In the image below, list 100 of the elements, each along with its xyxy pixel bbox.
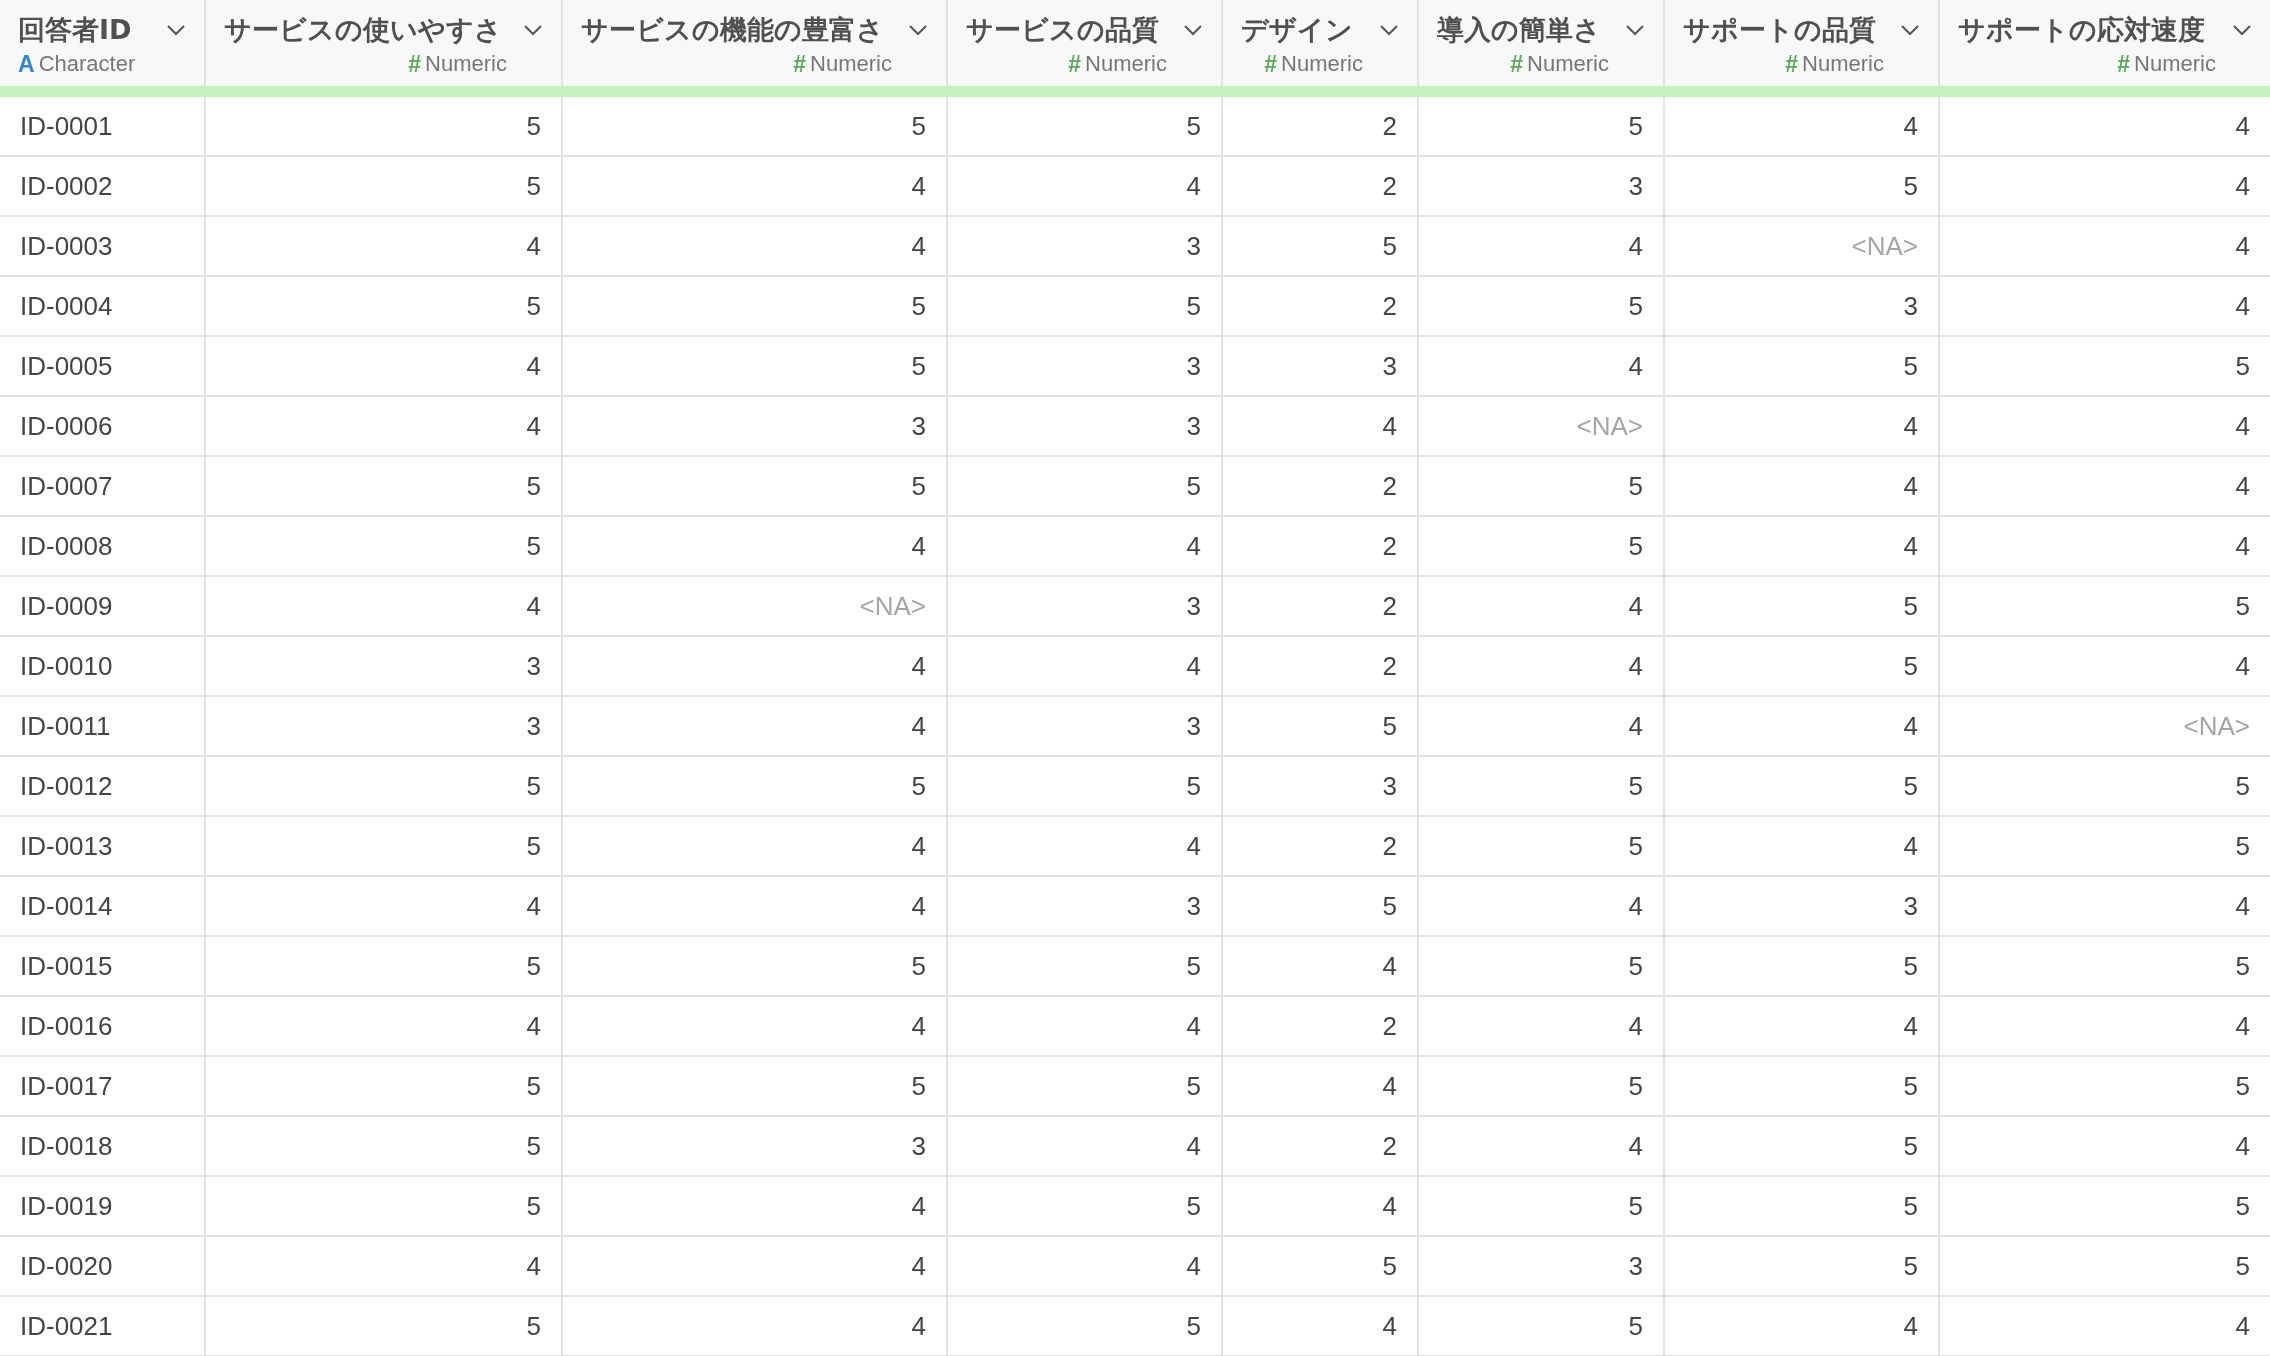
table-cell: 4: [1382, 1310, 1397, 1342]
column-type: Numeric: [1802, 51, 1884, 77]
type-icon: #: [2117, 50, 2131, 78]
table-cell: 4: [2235, 470, 2250, 502]
table-cell: 5: [1628, 290, 1643, 322]
table-cell: 3: [1186, 230, 1201, 262]
table-cell: 4: [911, 230, 926, 262]
table-cell: 5: [1186, 770, 1201, 802]
table-cell: 5: [526, 830, 541, 862]
column-type: Character: [38, 51, 136, 77]
table-cell: 5: [2235, 1070, 2250, 1102]
table-cell: 4: [526, 230, 541, 262]
table-cell: ID-0005: [20, 350, 113, 382]
column-type: Numeric: [810, 51, 892, 77]
table-cell: 4: [1186, 1250, 1201, 1282]
table-cell: 4: [911, 710, 926, 742]
column-type: Numeric: [2134, 51, 2216, 77]
chevron-down-icon: [1183, 24, 1203, 36]
table-cell: 4: [1628, 650, 1643, 682]
table-cell: 5: [526, 1310, 541, 1342]
table-cell: 5: [2235, 770, 2250, 802]
table-cell: 2: [1382, 650, 1397, 682]
column-type: Numeric: [425, 51, 507, 77]
type-icon: #: [1785, 50, 1799, 78]
table-cell: ID-0014: [20, 890, 113, 922]
table-cell: 5: [911, 350, 926, 382]
table-cell: 5: [526, 530, 541, 562]
table-cell: ID-0018: [20, 1130, 113, 1162]
table-cell: 4: [1382, 1070, 1397, 1102]
table-cell: 5: [2235, 1190, 2250, 1222]
table-cell: 4: [2235, 530, 2250, 562]
table-cell: 2: [1382, 590, 1397, 622]
table-cell: 4: [1628, 1130, 1643, 1162]
table-cell: 4: [2235, 1010, 2250, 1042]
table-cell: 5: [1903, 950, 1918, 982]
table-cell: 4: [1903, 110, 1918, 142]
table-cell: 5: [1628, 1190, 1643, 1222]
table-cell: 4: [2235, 230, 2250, 262]
table-cell: 5: [526, 290, 541, 322]
table-cell: 5: [1903, 1190, 1918, 1222]
table-cell: 5: [1903, 590, 1918, 622]
table-cell: ID-0021: [20, 1310, 113, 1342]
table-cell: 4: [526, 1250, 541, 1282]
table-cell: 4: [911, 1250, 926, 1282]
table-cell: ID-0020: [20, 1250, 113, 1282]
table-cell: ID-0008: [20, 530, 113, 562]
table-cell: 5: [1903, 1070, 1918, 1102]
table-cell: 5: [1903, 1130, 1918, 1162]
table-cell: <NA>: [1576, 410, 1643, 442]
table-cell: 5: [526, 170, 541, 202]
table-cell: 4: [1903, 530, 1918, 562]
table-cell: 5: [911, 1070, 926, 1102]
table-cell: ID-0011: [20, 710, 111, 742]
table-cell: 3: [1382, 350, 1397, 382]
table-cell: ID-0016: [20, 1010, 113, 1042]
table-cell: 3: [1186, 590, 1201, 622]
table-cell: 5: [1186, 950, 1201, 982]
table-cell: 5: [2235, 950, 2250, 982]
chevron-down-icon: [1379, 24, 1399, 36]
table-cell: ID-0003: [20, 230, 113, 262]
table-cell: 5: [1628, 950, 1643, 982]
column-title: サポートの応対速度: [1958, 13, 2205, 47]
table-cell: 3: [1186, 350, 1201, 382]
table-cell: 5: [911, 290, 926, 322]
table-cell: 3: [911, 1130, 926, 1162]
table-cell: 3: [526, 710, 541, 742]
table-cell: 4: [1186, 830, 1201, 862]
column-title: サポートの品質: [1683, 13, 1876, 47]
column-type: Numeric: [1281, 51, 1363, 77]
table-cell: 4: [911, 1190, 926, 1222]
table-cell: 4: [526, 590, 541, 622]
table-cell: ID-0009: [20, 590, 113, 622]
table-cell: 5: [1628, 1070, 1643, 1102]
table-cell: 5: [526, 1190, 541, 1222]
table-cell: 4: [2235, 1130, 2250, 1162]
table-cell: 4: [1382, 1190, 1397, 1222]
table-cell: 5: [1186, 1310, 1201, 1342]
table-cell: <NA>: [2183, 710, 2250, 742]
chevron-down-icon: [2232, 24, 2252, 36]
type-icon: #: [1068, 50, 1082, 78]
type-icon: #: [1264, 50, 1278, 78]
type-icon: A: [18, 50, 35, 78]
table-cell: 3: [1903, 890, 1918, 922]
table-cell: 4: [2235, 110, 2250, 142]
table-cell: 4: [1628, 230, 1643, 262]
table-cell: ID-0019: [20, 1190, 113, 1222]
table-cell: 5: [526, 110, 541, 142]
table-cell: 4: [911, 1010, 926, 1042]
table-cell: 3: [1382, 770, 1397, 802]
table-cell: 4: [2235, 1310, 2250, 1342]
table-cell: 4: [526, 1010, 541, 1042]
table-cell: 3: [526, 650, 541, 682]
table-cell: ID-0006: [20, 410, 113, 442]
table-cell: 5: [1903, 770, 1918, 802]
chevron-down-icon: [166, 24, 186, 36]
table-cell: 5: [1186, 1070, 1201, 1102]
table-cell: 4: [1903, 470, 1918, 502]
table-cell: 3: [1186, 410, 1201, 442]
table-cell: 4: [1628, 710, 1643, 742]
table-cell: 5: [526, 1070, 541, 1102]
